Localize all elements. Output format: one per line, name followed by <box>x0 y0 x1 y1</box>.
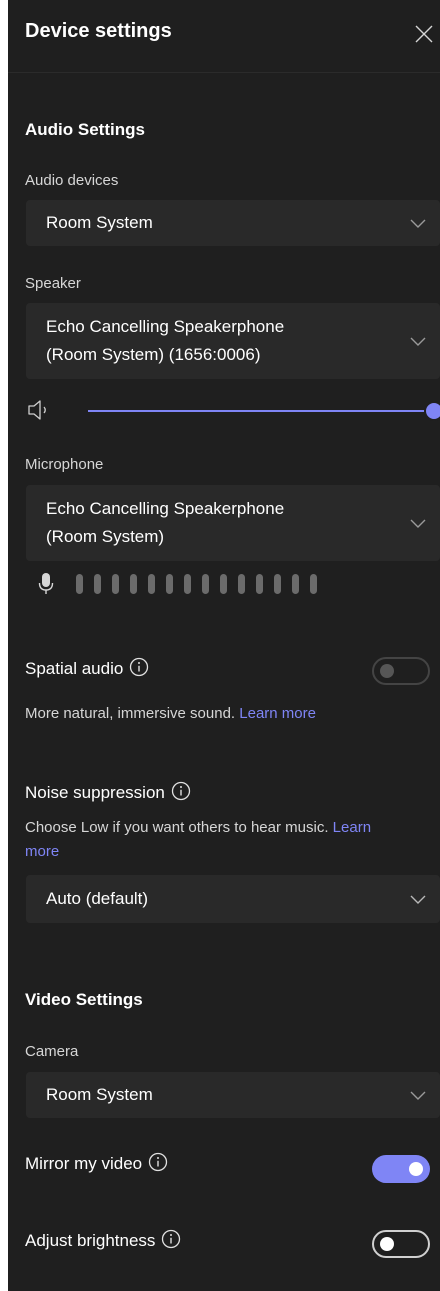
close-icon <box>415 25 433 43</box>
close-button[interactable] <box>408 18 440 50</box>
mic-level-bar <box>112 574 119 594</box>
speaker-icon[interactable] <box>26 397 52 423</box>
noise-suppression-description-text: Choose Low if you want others to hear mu… <box>25 819 329 836</box>
panel-title: Device settings <box>25 20 172 42</box>
adjust-brightness-row: Adjust brightness <box>25 1229 181 1251</box>
noise-suppression-dropdown[interactable]: Auto (default) <box>26 875 440 923</box>
microphone-icon <box>38 573 54 594</box>
volume-slider-track[interactable] <box>88 410 430 412</box>
speaker-value-line2: (Room System) (1656:0006) <box>46 345 261 364</box>
mic-level-bar <box>94 574 101 594</box>
microphone-dropdown[interactable]: Echo Cancelling Speakerphone (Room Syste… <box>26 485 440 561</box>
mic-level-bar <box>256 574 263 594</box>
adjust-brightness-toggle[interactable] <box>372 1230 430 1258</box>
volume-slider-thumb[interactable] <box>424 401 440 421</box>
noise-suppression-row: Noise suppression <box>25 781 191 803</box>
mirror-video-label: Mirror my video <box>25 1154 143 1173</box>
camera-value: Room System <box>46 1085 153 1104</box>
info-icon[interactable] <box>171 781 191 801</box>
spatial-audio-learn-more-link[interactable]: Learn more <box>239 705 316 722</box>
info-icon[interactable] <box>161 1229 181 1249</box>
mirror-video-row: Mirror my video <box>25 1152 168 1174</box>
mic-level-bar <box>130 574 137 594</box>
spatial-audio-row: Spatial audio <box>25 657 149 679</box>
spatial-audio-description: More natural, immersive sound. Learn mor… <box>25 702 316 726</box>
audio-devices-dropdown[interactable]: Room System <box>26 200 440 246</box>
device-settings-panel: Device settings Audio Settings Audio dev… <box>8 0 440 1291</box>
mic-level-bar <box>220 574 227 594</box>
adjust-brightness-label: Adjust brightness <box>25 1231 156 1250</box>
chevron-down-icon <box>410 219 426 228</box>
noise-suppression-learn-link[interactable]: Learn <box>333 819 371 836</box>
panel-header: Device settings <box>8 0 440 73</box>
microphone-value-line1: Echo Cancelling Speakerphone <box>46 499 285 518</box>
speaker-label: Speaker <box>25 275 81 292</box>
mic-level-bar <box>166 574 173 594</box>
mic-level-bar <box>184 574 191 594</box>
spatial-audio-description-text: More natural, immersive sound. <box>25 705 236 722</box>
audio-devices-value: Room System <box>46 213 153 232</box>
toggle-knob <box>409 1162 423 1176</box>
microphone-label: Microphone <box>25 456 104 473</box>
noise-suppression-value: Auto (default) <box>46 889 149 908</box>
video-settings-heading: Video Settings <box>25 990 143 1009</box>
info-icon[interactable] <box>148 1152 168 1172</box>
info-icon[interactable] <box>129 657 149 677</box>
mic-level-bar <box>274 574 281 594</box>
mic-level-bar <box>148 574 155 594</box>
mic-level-bar <box>292 574 299 594</box>
chevron-down-icon <box>410 1091 426 1100</box>
noise-suppression-description: Choose Low if you want others to hear mu… <box>25 816 440 864</box>
spatial-audio-toggle[interactable] <box>372 657 430 685</box>
chevron-down-icon <box>410 337 426 346</box>
chevron-down-icon <box>410 519 426 528</box>
noise-suppression-more-link[interactable]: more <box>25 843 59 860</box>
audio-devices-label: Audio devices <box>25 172 119 189</box>
mic-level-bar <box>202 574 209 594</box>
microphone-level-meter <box>76 574 317 594</box>
mirror-video-toggle[interactable] <box>372 1155 430 1183</box>
camera-dropdown[interactable]: Room System <box>26 1072 440 1118</box>
toggle-knob <box>380 664 394 678</box>
speaker-dropdown[interactable]: Echo Cancelling Speakerphone (Room Syste… <box>26 303 440 379</box>
noise-suppression-label: Noise suppression <box>25 783 165 802</box>
microphone-value-line2: (Room System) <box>46 527 165 546</box>
speaker-value-line1: Echo Cancelling Speakerphone <box>46 317 285 336</box>
mic-level-bar <box>76 574 83 594</box>
audio-settings-heading: Audio Settings <box>25 120 145 139</box>
toggle-knob <box>380 1237 394 1251</box>
mic-level-bar <box>310 574 317 594</box>
chevron-down-icon <box>410 895 426 904</box>
spatial-audio-label: Spatial audio <box>25 659 124 678</box>
camera-label: Camera <box>25 1043 79 1060</box>
mic-level-bar <box>238 574 245 594</box>
